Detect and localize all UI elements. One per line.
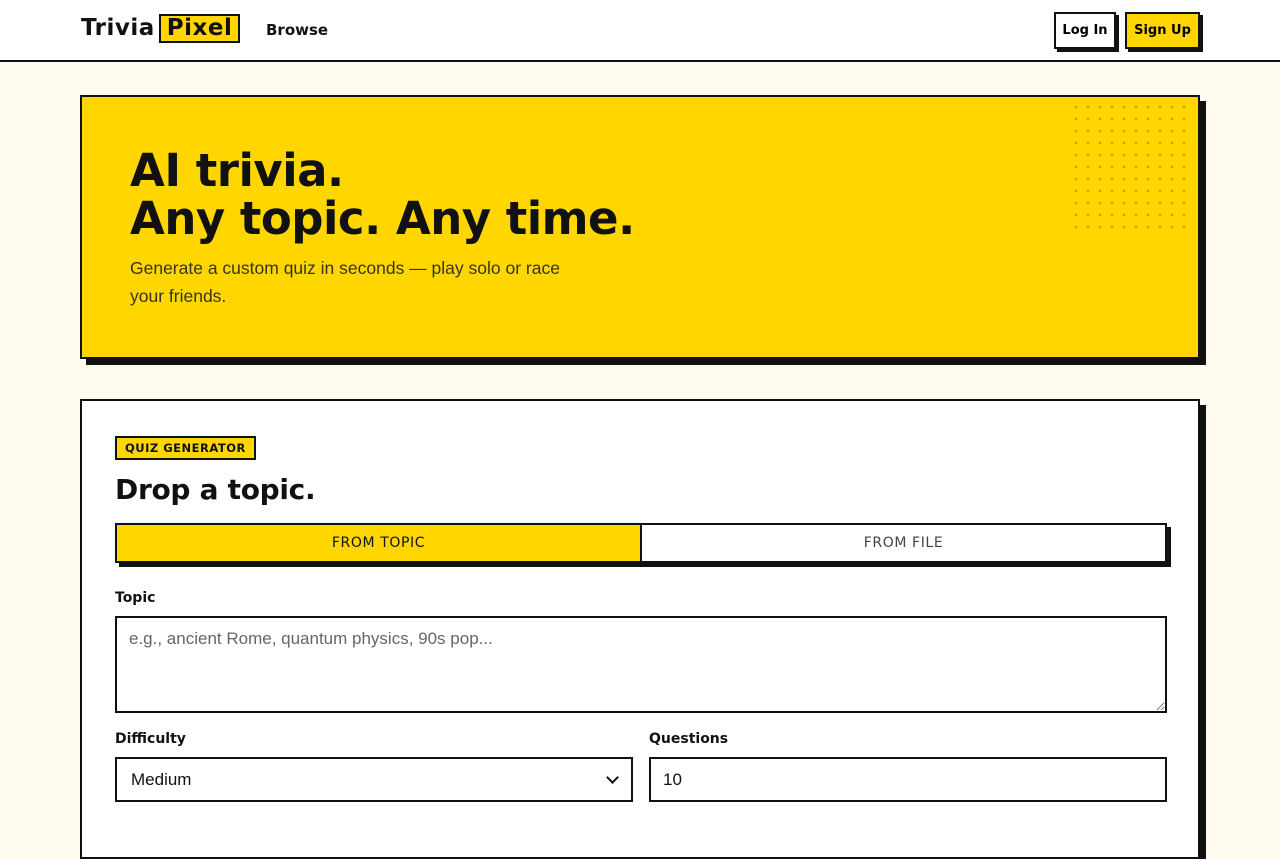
difficulty-label: Difficulty [115, 731, 186, 747]
brand-logo[interactable]: Trivia Pixel [81, 14, 241, 43]
questions-count-value: 10 [663, 769, 682, 789]
hero-title-line-1: AI trivia. [130, 144, 344, 197]
nav-browse-link[interactable]: Browse [266, 21, 328, 39]
hero-banner: AI trivia. Any topic. Any time. Generate… [80, 95, 1200, 359]
hero-title-line-2: Any topic. Any time. [130, 192, 635, 245]
brand-name-trivia: Trivia [81, 15, 155, 41]
source-tabs: FROM TOPIC FROM FILE [115, 523, 1167, 563]
topic-input[interactable] [115, 616, 1167, 713]
questions-label: Questions [649, 731, 729, 747]
signup-button[interactable]: Sign Up [1125, 12, 1200, 49]
tab-from-topic[interactable]: FROM TOPIC [117, 525, 642, 561]
chevron-down-icon [606, 770, 619, 784]
brand-name-pixel: Pixel [158, 14, 241, 43]
quiz-generator-card: QUIZ GENERATOR Drop a topic. FROM TOPIC … [80, 399, 1200, 859]
questions-count-input[interactable]: 10 [649, 757, 1167, 802]
login-button[interactable]: Log In [1054, 12, 1116, 49]
tab-from-file[interactable]: FROM FILE [642, 525, 1165, 561]
difficulty-value: Medium [131, 769, 192, 789]
difficulty-select[interactable]: Medium [115, 757, 633, 802]
top-navbar: Trivia Pixel Browse Log In Sign Up [0, 0, 1280, 62]
hero-title: AI trivia. Any topic. Any time. [130, 147, 635, 243]
topic-label: Topic [115, 590, 156, 606]
generator-title: Drop a topic. [115, 473, 316, 506]
quiz-generator-badge: QUIZ GENERATOR [115, 436, 256, 460]
hero-subtitle: Generate a custom quiz in seconds — play… [130, 258, 560, 306]
dot-pattern-decoration [1070, 101, 1194, 229]
